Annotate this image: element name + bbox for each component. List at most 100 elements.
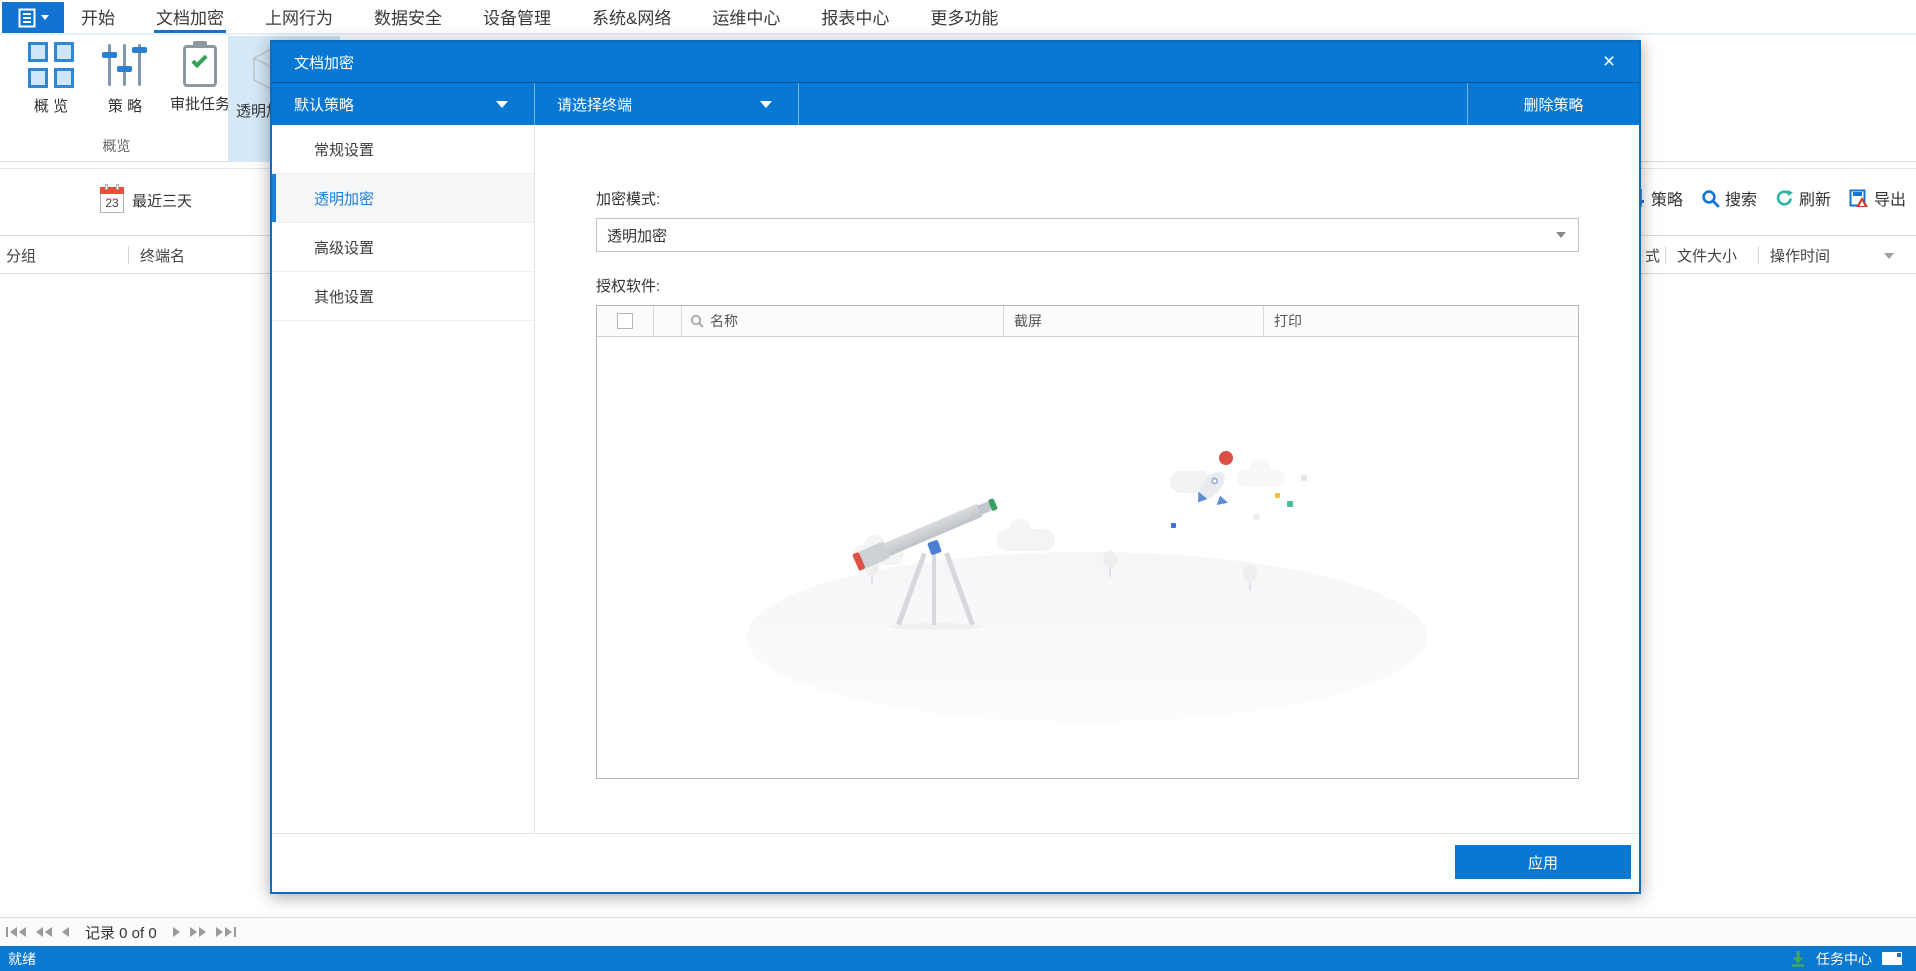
menu-tab-web-behavior[interactable]: 上网行为 — [265, 0, 333, 33]
chevron-down-icon — [760, 100, 772, 108]
nav-general-settings[interactable]: 常规设置 — [272, 125, 534, 174]
prev-page-button[interactable] — [62, 927, 69, 937]
tree-shape — [1243, 565, 1257, 591]
status-bar: 就绪 任务中心 — [0, 946, 1916, 971]
chevron-down-icon — [40, 15, 49, 20]
menu-tab-report-center[interactable]: 报表中心 — [821, 0, 889, 33]
authorized-software-table: 名称 截屏 打印 — [596, 305, 1579, 779]
software-table-header: 名称 截屏 打印 — [597, 306, 1578, 337]
column-divider — [1665, 246, 1666, 264]
name-column-header[interactable]: 名称 — [681, 306, 1003, 336]
policy-select[interactable]: 默认策略 — [272, 83, 535, 125]
search-icon — [691, 315, 704, 328]
right-tools: 策略 搜索 刷新 导出 — [1629, 186, 1906, 210]
print-column-header[interactable]: 打印 — [1263, 306, 1578, 336]
column-partial[interactable]: 式 — [1645, 236, 1660, 274]
calendar-icon: 23 — [100, 184, 124, 213]
fast-next-button[interactable] — [189, 927, 206, 937]
confetti-dot — [1253, 513, 1260, 520]
date-filter[interactable]: 23 最近三天 — [100, 184, 193, 213]
menu-tab-system-network[interactable]: 系统&网络 — [592, 0, 671, 33]
select-all-cell — [597, 306, 653, 336]
menu-tab-start[interactable]: 开始 — [81, 0, 115, 33]
chevron-down-icon — [496, 100, 508, 108]
pagination-bar: 记录 0 of 0 — [0, 917, 1916, 946]
search-tool-button[interactable]: 搜索 — [1701, 186, 1757, 210]
date-filter-label: 最近三天 — [132, 192, 193, 210]
ribbon-approval-label: 审批任务 — [169, 96, 230, 113]
screenshot-column-label: 截屏 — [1014, 313, 1042, 329]
column-options-caret-icon[interactable] — [1884, 253, 1894, 259]
confetti-dot — [1301, 475, 1307, 481]
screen: 开始 文档加密 上网行为 数据安全 设备管理 系统&网络 运维中心 报表中心 更… — [0, 0, 1916, 971]
select-all-checkbox[interactable] — [617, 313, 633, 329]
apply-button[interactable]: 应用 — [1455, 845, 1631, 879]
policy-tool-label: 策略 — [1650, 192, 1683, 209]
terminal-select[interactable]: 请选择终端 — [535, 83, 799, 125]
column-group[interactable]: 分组 — [6, 236, 36, 274]
dialog-content: 加密模式: 透明加密 授权软件: 名称 截屏 打印 — [535, 125, 1639, 833]
print-column-label: 打印 — [1274, 313, 1302, 329]
record-count: 记录 0 of 0 — [85, 924, 157, 942]
menu-tab-device-mgmt[interactable]: 设备管理 — [483, 0, 551, 33]
column-op-time[interactable]: 操作时间 — [1770, 236, 1830, 274]
export-tool-label: 导出 — [1873, 192, 1906, 209]
column-terminal-name[interactable]: 终端名 — [140, 236, 185, 274]
task-window-icon[interactable] — [1882, 952, 1902, 965]
menu-tab-more[interactable]: 更多功能 — [930, 0, 998, 33]
close-icon[interactable]: × — [1597, 50, 1621, 74]
refresh-icon — [1776, 189, 1793, 206]
app-menu-button[interactable] — [2, 2, 64, 33]
menu-tab-data-security[interactable]: 数据安全 — [374, 0, 442, 33]
doc-encrypt-dialog: 文档加密 × 默认策略 请选择终端 删除策略 常规设置 透明加密 高级设置 其他… — [270, 40, 1641, 894]
export-tool-button[interactable]: 导出 — [1849, 186, 1906, 210]
icon-column-cell — [653, 306, 681, 336]
search-tool-label: 搜索 — [1724, 192, 1757, 209]
confetti-dot — [1171, 523, 1176, 528]
fast-prev-button[interactable] — [36, 927, 52, 937]
column-file-size[interactable]: 文件大小 — [1677, 236, 1737, 274]
ribbon-overview-label: 概 览 — [33, 98, 69, 115]
refresh-tool-label: 刷新 — [1798, 192, 1831, 209]
overview-grid-icon — [27, 41, 75, 89]
sliders-icon — [101, 41, 149, 89]
delete-policy-button[interactable]: 删除策略 — [1467, 83, 1639, 125]
screenshot-column-header[interactable]: 截屏 — [1003, 306, 1263, 336]
empty-state-hill — [747, 552, 1427, 722]
ribbon-group-label: 概览 — [102, 138, 131, 154]
status-right-area: 任务中心 — [1790, 949, 1902, 969]
dialog-body: 常规设置 透明加密 高级设置 其他设置 加密模式: 透明加密 授权软件: 名称 … — [272, 125, 1639, 833]
dialog-title: 文档加密 — [294, 54, 355, 72]
first-page-button[interactable] — [6, 927, 26, 937]
rocket-illustration — [1170, 465, 1248, 525]
software-table-empty-body — [597, 337, 1578, 778]
telescope-illustration — [852, 497, 1033, 635]
encrypt-mode-value: 透明加密 — [607, 227, 668, 245]
nav-other-settings[interactable]: 其他设置 — [272, 272, 534, 321]
policy-select-value: 默认策略 — [294, 96, 355, 114]
refresh-tool-button[interactable]: 刷新 — [1775, 186, 1831, 210]
menu-tab-ops-center[interactable]: 运维中心 — [712, 0, 780, 33]
menu-tab-doc-encrypt[interactable]: 文档加密 — [154, 0, 226, 33]
column-divider — [128, 246, 129, 264]
encrypt-mode-select[interactable]: 透明加密 — [596, 218, 1579, 252]
task-center-button[interactable]: 任务中心 — [1816, 949, 1872, 969]
terminal-select-value: 请选择终端 — [557, 96, 633, 114]
confetti-dot — [1275, 493, 1280, 498]
download-arrow-icon — [1792, 951, 1804, 967]
confetti-dot — [1287, 501, 1293, 507]
calendar-day: 23 — [105, 196, 119, 210]
menubar: 开始 文档加密 上网行为 数据安全 设备管理 系统&网络 运维中心 报表中心 更… — [0, 0, 1916, 35]
nav-advanced-settings[interactable]: 高级设置 — [272, 223, 534, 272]
next-page-button[interactable] — [172, 927, 180, 937]
status-ready-label: 就绪 — [8, 950, 36, 967]
nav-transparent-encrypt[interactable]: 透明加密 — [272, 174, 534, 223]
encrypt-mode-label: 加密模式: — [596, 191, 661, 208]
planet-dot — [1219, 451, 1233, 465]
clipboard-check-icon — [181, 41, 219, 87]
name-column-label: 名称 — [710, 313, 738, 329]
list-icon — [18, 8, 35, 27]
last-page-button[interactable] — [215, 927, 236, 937]
column-divider — [1758, 246, 1759, 264]
